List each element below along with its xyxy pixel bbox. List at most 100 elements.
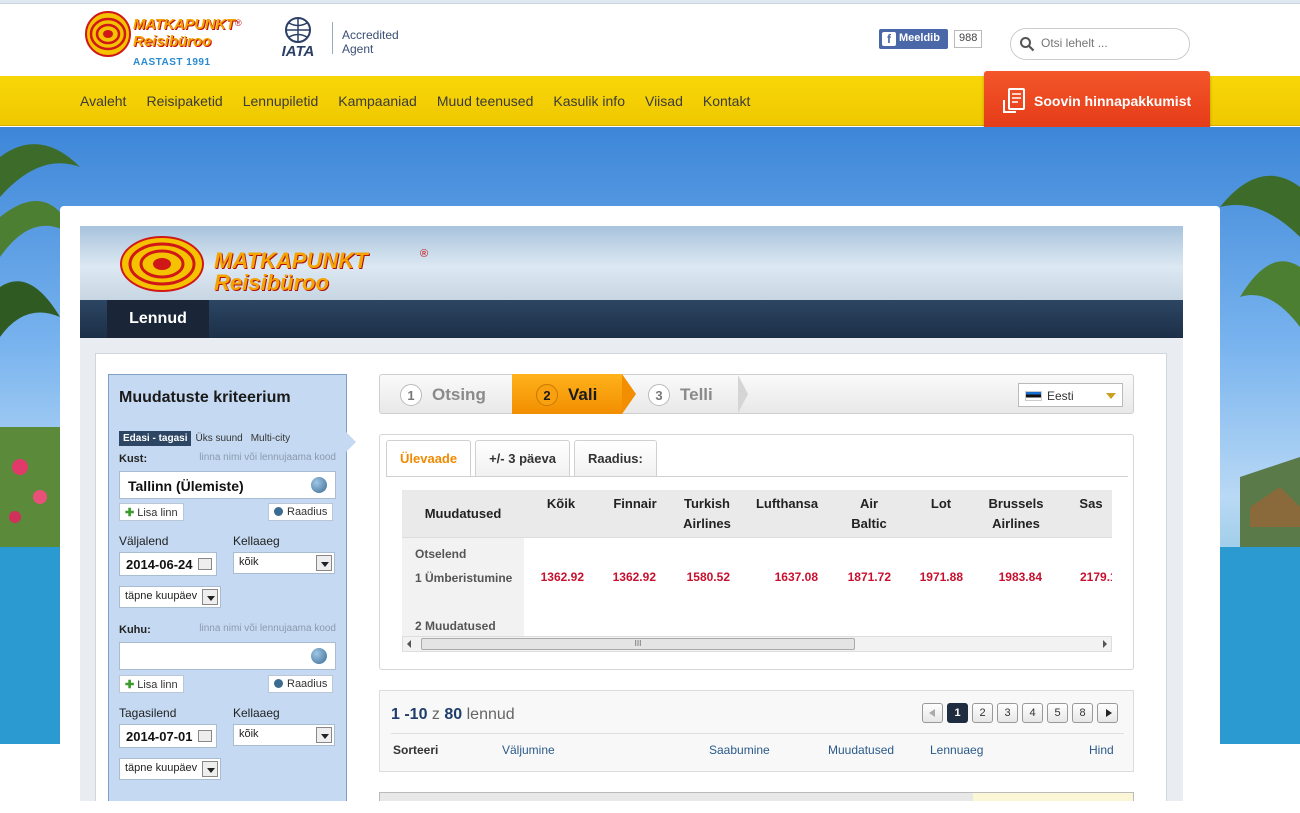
to-label: Kuhu: (119, 624, 151, 636)
return-date-input[interactable]: 2014-07-01 (119, 724, 217, 748)
trip-type-oneway[interactable]: Üks suund (191, 431, 246, 446)
trip-type-multicity[interactable]: Multi-city (247, 431, 294, 446)
price-cell[interactable]: 1983.84 (976, 570, 1042, 584)
airline-column[interactable]: Air Baltic (832, 490, 906, 538)
page-button[interactable]: 3 (997, 703, 1018, 723)
trip-type-roundtrip[interactable]: Edasi - tagasi (119, 431, 192, 446)
radius-button[interactable]: Raadius (268, 503, 334, 521)
tab-ulevaade[interactable]: Ülevaade (386, 440, 472, 476)
panel-pointer (346, 432, 356, 452)
price-cell[interactable]: 1362.92 (598, 570, 656, 584)
sort-arrival[interactable]: Saabumine (709, 743, 770, 757)
sort-departure[interactable]: Väljumine (502, 743, 555, 757)
add-city-label: Lisa linn (137, 679, 178, 691)
facebook-like-button[interactable]: f Meeldib (879, 29, 948, 49)
return-flex-select[interactable]: täpne kuupäev (119, 758, 221, 780)
request-quote-button[interactable]: Soovin hinnapakkumist (984, 71, 1210, 131)
add-city-button[interactable]: ✚ Lisa linn (119, 503, 184, 521)
tab-plus-minus-3-days[interactable]: +/- 3 päeva (475, 440, 570, 476)
results-unit: lennud (466, 706, 515, 723)
airline-column[interactable]: Brussels Airlines (976, 490, 1056, 538)
to-input[interactable] (119, 642, 336, 670)
language-select[interactable]: Eesti (1018, 383, 1123, 407)
nav-kasulik-info[interactable]: Kasulik info (553, 93, 625, 109)
scroll-left-icon[interactable] (407, 640, 411, 648)
airline-column[interactable]: Lufthansa (742, 490, 832, 538)
page-button[interactable]: 8 (1072, 703, 1093, 723)
nav-avaleht[interactable]: Avaleht (80, 93, 126, 109)
price-cell[interactable]: 2179.12 (1056, 570, 1112, 584)
tab-raadius[interactable]: Raadius: (573, 440, 657, 476)
plus-icon: ✚ (125, 679, 135, 691)
booking-steps: 1 Otsing 2 Vali 3 Telli Eesti (379, 374, 1134, 414)
step-vali-highlight (512, 374, 636, 414)
dropdown-arrow-icon (316, 727, 332, 743)
dropdown-arrow-icon (316, 555, 332, 571)
add-city-button-to[interactable]: ✚ Lisa linn (119, 675, 184, 693)
airline-column[interactable]: Finnair (598, 490, 672, 538)
airline-column[interactable]: Sas (1056, 490, 1112, 538)
airline-column[interactable]: Kõik (524, 490, 598, 538)
iata-badge: IATA Accredited Agent (270, 16, 410, 60)
nav-lennupiletid[interactable]: Lennupiletid (243, 93, 319, 109)
globe-icon[interactable] (311, 648, 327, 664)
from-input[interactable]: Tallinn (Ülemiste) (119, 471, 336, 499)
results-count: 1 -10 z 80 lennud (391, 706, 515, 724)
price-cell[interactable]: 1971.88 (906, 570, 963, 584)
facebook-like-count: 988 (954, 30, 983, 48)
step-number: 2 (536, 384, 558, 406)
results-header: 1 -10 z 80 lennud 1 2 3 4 5 8 Sorteeri V… (379, 690, 1134, 772)
depart-date-input[interactable]: 2014-06-24 (119, 552, 217, 576)
flight-booking-widget: MATKAPUNKT Reisibüroo ® Lennud Muudatust… (80, 226, 1183, 801)
page-button[interactable]: 1 (947, 703, 968, 723)
results-divider (391, 733, 1124, 734)
return-time-select[interactable]: kõik (233, 724, 335, 746)
result-row-partial (379, 792, 1134, 801)
iata-globe-icon: IATA (282, 17, 314, 58)
price-cell[interactable]: 1637.08 (742, 570, 818, 584)
nav-reisipaketid[interactable]: Reisipaketid (146, 93, 222, 109)
page-button[interactable]: 5 (1047, 703, 1068, 723)
price-cell[interactable]: 1871.72 (832, 570, 891, 584)
result-price-cell-partial (973, 793, 1133, 801)
nav-muud-teenused[interactable]: Muud teenused (437, 93, 534, 109)
calendar-icon[interactable] (198, 558, 212, 570)
prev-page-button[interactable] (922, 703, 943, 723)
search-input[interactable] (1041, 36, 1181, 50)
iata-divider (332, 22, 333, 54)
price-cell[interactable]: 1580.52 (672, 570, 730, 584)
tab-lennud[interactable]: Lennud (107, 300, 209, 338)
calendar-icon[interactable] (198, 730, 212, 742)
nav-kontakt[interactable]: Kontakt (703, 93, 750, 109)
return-flex-value: täpne kuupäev (125, 762, 198, 774)
widget-logo-registered: ® (420, 248, 429, 260)
airline-column[interactable]: Lot (906, 490, 976, 538)
matkapunkt-logo[interactable]: MATKAPUNKT Reisibüroo ® AASTAST 1991 (85, 11, 245, 73)
matrix-horizontal-scrollbar[interactable]: III (402, 636, 1112, 652)
sort-price[interactable]: Hind (1089, 743, 1114, 757)
page-button[interactable]: 2 (972, 703, 993, 723)
facebook-like-label: Meeldib (899, 32, 940, 44)
sort-duration[interactable]: Lennuaeg (930, 743, 983, 757)
globe-icon[interactable] (311, 477, 327, 493)
depart-flex-select[interactable]: täpne kuupäev (119, 586, 221, 608)
nav-viisad[interactable]: Viisad (645, 93, 683, 109)
radius-button-to[interactable]: Raadius (268, 675, 334, 693)
scroll-thumb[interactable]: III (421, 638, 855, 650)
sort-stops[interactable]: Muudatused (828, 743, 894, 757)
return-date-value: 2014-07-01 (126, 729, 193, 744)
depart-time-select[interactable]: kõik (233, 552, 335, 574)
next-page-button[interactable] (1097, 703, 1118, 723)
search-icon[interactable] (1019, 36, 1035, 52)
return-label: Tagasilend (119, 706, 177, 720)
site-search[interactable] (1010, 28, 1190, 60)
depart-time-label: Kellaaeg (233, 534, 280, 548)
quote-form-icon (1003, 88, 1025, 113)
scroll-right-icon[interactable] (1103, 640, 1107, 648)
nav-kampaaniad[interactable]: Kampaaniad (338, 93, 417, 109)
radius-icon (274, 507, 283, 516)
price-cell[interactable]: 1362.92 (524, 570, 584, 584)
airline-column[interactable]: Turkish Airlines (672, 490, 742, 538)
page-button[interactable]: 4 (1022, 703, 1043, 723)
step-number: 1 (400, 384, 422, 406)
